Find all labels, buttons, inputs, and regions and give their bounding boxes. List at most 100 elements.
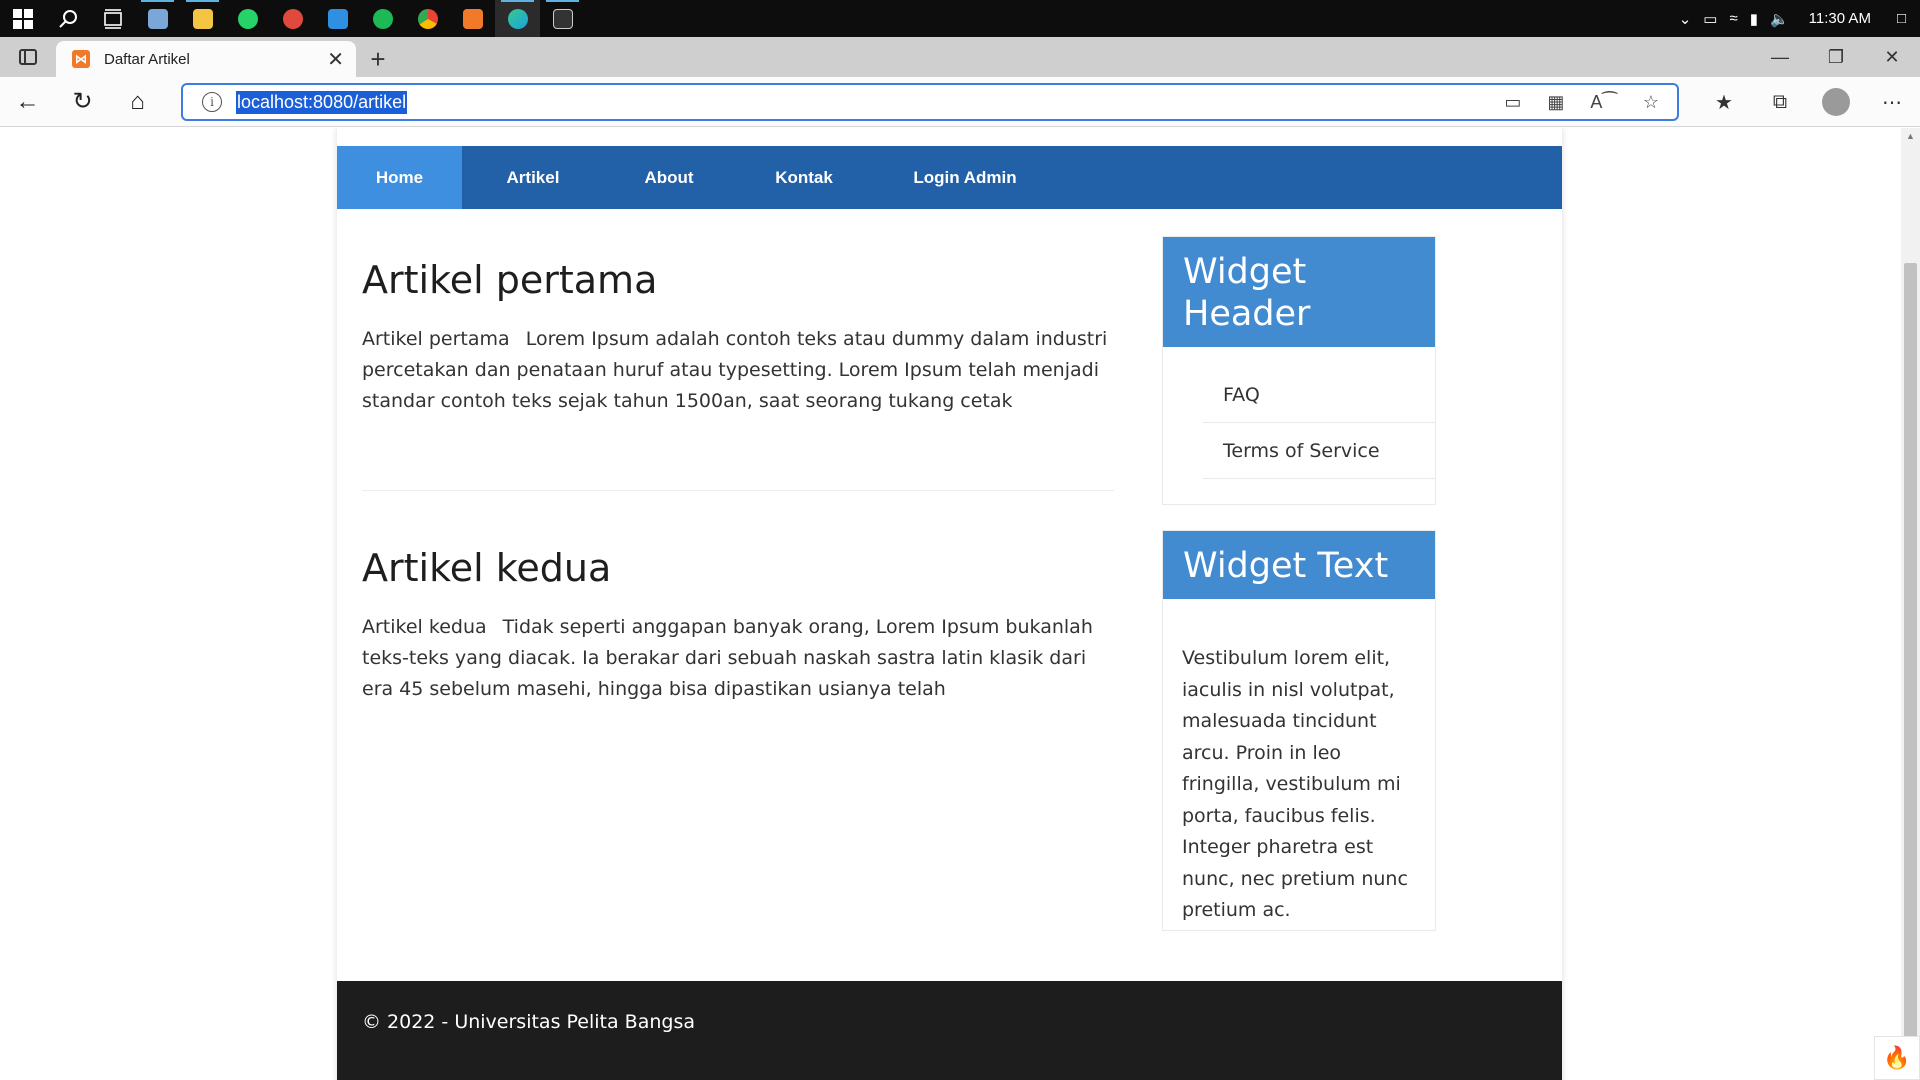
xampp-favicon-icon: ⋈ (72, 50, 90, 68)
nav-artikel[interactable]: Artikel (462, 146, 604, 209)
taskbar-clock[interactable]: 11:30 AM (1809, 10, 1871, 27)
profile-avatar[interactable] (1822, 88, 1850, 116)
site-info-icon[interactable]: i (202, 92, 222, 112)
spotify-icon (372, 8, 393, 29)
taskbar-spotify[interactable] (360, 0, 405, 37)
widget-text-body: Vestibulum lorem elit, iaculis in nisl v… (1182, 647, 1408, 921)
nav-about[interactable]: About (604, 146, 734, 209)
refresh-icon: ↻ (72, 88, 93, 115)
tab-actions-icon (19, 49, 37, 65)
minimize-icon[interactable]: — (1752, 37, 1808, 77)
home-icon: ⌂ (130, 87, 145, 115)
nav-kontak[interactable]: Kontak (734, 146, 874, 209)
main-navigation: Home Artikel About Kontak Login Admin (337, 146, 1562, 209)
add-favorite-icon[interactable]: ☆ (1643, 92, 1659, 113)
widget-header-box: Widget Header FAQ Terms of Service (1162, 236, 1436, 505)
flame-icon: 🔥 (1883, 1045, 1911, 1070)
windows-start-icon (12, 8, 33, 29)
taskbar-apps (0, 0, 585, 37)
taskbar-file-explorer[interactable] (180, 0, 225, 37)
widget-text-box: Widget Text Vestibulum lorem elit, iacul… (1162, 530, 1436, 931)
widget-title: Widget Header (1163, 237, 1435, 347)
collections-icon[interactable]: ⧉ (1752, 91, 1808, 114)
weather-app-icon (282, 8, 303, 29)
window-close-icon[interactable]: ✕ (1864, 37, 1920, 77)
browser-tab-bar: ⋈ Daftar Artikel ✕ + — ❐ ✕ (0, 37, 1920, 77)
whatsapp-icon (237, 8, 258, 29)
widget-title: Widget Text (1163, 531, 1435, 599)
xampp-icon (462, 8, 483, 29)
taskbar-chrome[interactable] (405, 0, 450, 37)
address-bar[interactable]: i localhost:8080/artikel ▭ ▦ A⁀ ☆ (181, 83, 1679, 121)
back-arrow-icon: ← (15, 87, 40, 115)
nav-home[interactable]: Home (337, 146, 462, 209)
scroll-up-icon[interactable]: ▲ (1901, 128, 1920, 144)
tab-title: Daftar Artikel (104, 50, 190, 68)
search-icon (58, 9, 77, 28)
article-title[interactable]: Artikel kedua (362, 546, 1114, 590)
taskbar-terminal[interactable] (540, 0, 585, 37)
article-item: Artikel pertama Artikel pertama Lorem Ips… (362, 258, 1114, 417)
chevron-up-icon[interactable]: ⌄ (1679, 10, 1692, 28)
back-button[interactable]: ← (0, 77, 55, 127)
home-button[interactable]: ⌂ (110, 77, 165, 127)
article-item: Artikel kedua Artikel kedua Tidak seperti… (362, 546, 1114, 705)
photos-app-icon (147, 8, 168, 29)
taskbar-photos-app[interactable] (135, 0, 180, 37)
taskbar-search-button[interactable] (45, 0, 90, 37)
edge-icon (507, 8, 528, 29)
widget-link-terms[interactable]: Terms of Service (1203, 423, 1435, 479)
immersive-reader-icon[interactable]: ▦ (1547, 92, 1564, 113)
article-excerpt: Artikel kedua Tidak seperti anggapan bany… (362, 612, 1114, 705)
widget-link-list: FAQ Terms of Service (1203, 367, 1435, 479)
windows-start-button[interactable] (0, 0, 45, 37)
tab-close-icon[interactable]: ✕ (327, 47, 344, 72)
terminal-icon (552, 8, 573, 29)
browser-tab[interactable]: ⋈ Daftar Artikel ✕ (56, 41, 356, 77)
taskbar-xampp[interactable] (450, 0, 495, 37)
widget-link-faq[interactable]: FAQ (1203, 367, 1435, 423)
article-title[interactable]: Artikel pertama (362, 258, 1114, 302)
system-tray: ⌄ ▭ ≈ ▮ 🔈 11:30 AM □ (1679, 0, 1920, 37)
new-tab-button[interactable]: + (356, 41, 400, 77)
taskbar-whatsapp[interactable] (225, 0, 270, 37)
taskbar-vscode[interactable] (315, 0, 360, 37)
volume-icon[interactable]: 🔈 (1770, 10, 1789, 28)
notifications-icon[interactable]: □ (1897, 10, 1906, 27)
file-explorer-icon (192, 8, 213, 29)
article-excerpt: Artikel pertama Lorem Ipsum adalah contoh… (362, 324, 1114, 417)
broken-image-alt: Artikel pertama (362, 328, 510, 350)
browser-right-tools: ★ ⧉ ⋯ (1696, 77, 1920, 127)
task-view-icon (103, 8, 122, 29)
article-divider (362, 490, 1114, 491)
windows-taskbar: ⌄ ▭ ≈ ▮ 🔈 11:30 AM □ (0, 0, 1920, 37)
refresh-button[interactable]: ↻ (55, 77, 110, 127)
window-controls: — ❐ ✕ (1752, 37, 1920, 77)
battery-icon[interactable]: ▮ (1750, 10, 1758, 28)
page-container: Home Artikel About Kontak Login Admin Ar… (337, 128, 1562, 1080)
restore-icon[interactable]: ❐ (1808, 37, 1864, 77)
address-bar-actions: ▭ ▦ A⁀ ☆ (1504, 92, 1677, 113)
footer-copyright: © 2022 - Universitas Pelita Bangsa (362, 1011, 695, 1033)
page-viewport: Home Artikel About Kontak Login Admin Ar… (0, 128, 1901, 1080)
nav-login-admin[interactable]: Login Admin (874, 146, 1056, 209)
chrome-icon (417, 8, 438, 29)
vscode-icon (327, 8, 348, 29)
broken-image-alt: Artikel kedua (362, 616, 487, 638)
page-scrollbar[interactable]: ▲ ▼ (1901, 128, 1920, 1080)
browser-toolbar: ← ↻ ⌂ i localhost:8080/artikel ▭ ▦ A⁀ ☆ … (0, 77, 1920, 127)
app-available-icon[interactable]: ▭ (1504, 92, 1521, 113)
read-aloud-icon[interactable]: A⁀ (1590, 92, 1616, 113)
task-view-button[interactable] (90, 0, 135, 37)
meet-now-icon[interactable]: ▭ (1703, 10, 1717, 28)
favorites-icon[interactable]: ★ (1696, 90, 1752, 115)
page-footer: © 2022 - Universitas Pelita Bangsa (337, 981, 1562, 1080)
taskbar-edge[interactable] (495, 0, 540, 37)
wifi-icon[interactable]: ≈ (1729, 10, 1737, 27)
taskbar-weather-app[interactable] (270, 0, 315, 37)
address-url[interactable]: localhost:8080/artikel (236, 90, 408, 114)
more-menu-icon[interactable]: ⋯ (1864, 90, 1920, 115)
codeigniter-debug-toolbar-button[interactable]: 🔥 (1874, 1036, 1920, 1080)
scrollbar-thumb[interactable] (1904, 263, 1917, 1063)
tab-actions-button[interactable] (0, 37, 56, 77)
